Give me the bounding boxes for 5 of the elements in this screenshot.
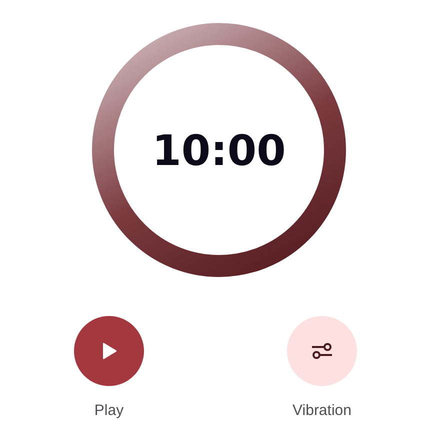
action-label: Vibration xyxy=(292,401,352,421)
play-icon xyxy=(101,342,117,360)
timer-display: 10:00 xyxy=(152,124,286,176)
action-label: Play xyxy=(94,401,124,421)
sliders-icon xyxy=(310,342,334,360)
